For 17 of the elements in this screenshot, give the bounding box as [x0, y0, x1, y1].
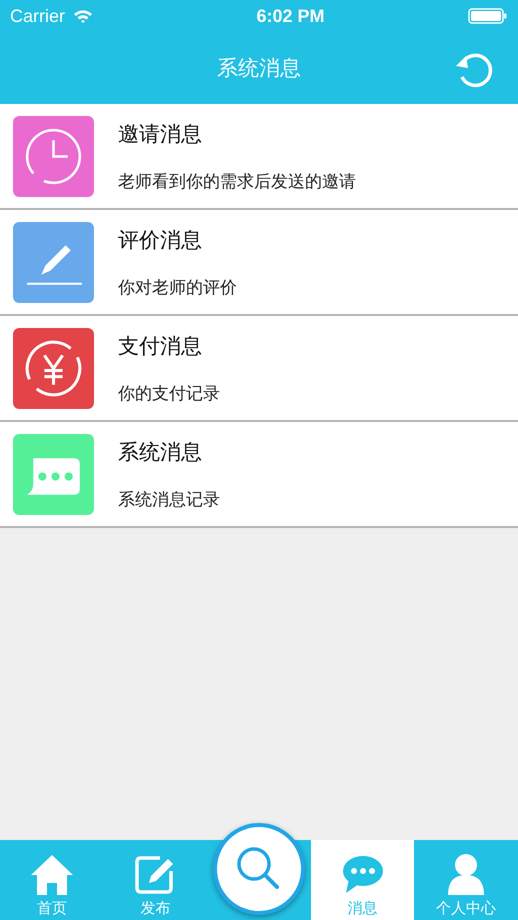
carrier-label: Carrier — [10, 6, 66, 26]
home-icon — [30, 853, 74, 895]
message-description: 老师看到你的需求后发送的邀请 — [118, 170, 356, 192]
chat-bubble-icon — [340, 853, 385, 895]
message-description: 你对老师的评价 — [118, 276, 237, 298]
status-time: 6:02 PM — [256, 6, 325, 26]
search-button[interactable] — [212, 823, 305, 915]
message-title[interactable]: 评价消息 — [118, 226, 237, 254]
battery-icon — [468, 7, 508, 25]
message-title[interactable]: 邀请消息 — [118, 120, 356, 148]
wifi-icon — [73, 8, 94, 24]
message-title[interactable]: 系统消息 — [118, 438, 220, 466]
message-title[interactable]: 支付消息 — [118, 332, 220, 360]
message-description: 系统消息记录 — [118, 488, 220, 510]
person-icon — [446, 853, 486, 895]
page-title: 系统消息 — [217, 55, 301, 82]
message-description: 你的支付记录 — [118, 382, 220, 404]
